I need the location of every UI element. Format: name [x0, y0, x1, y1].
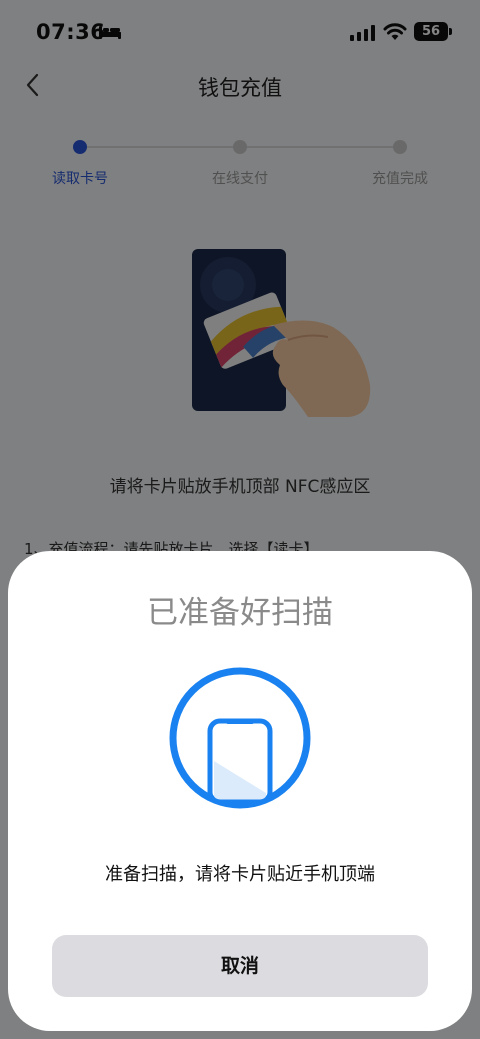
scan-instruction: 准备扫描，请将卡片贴近手机顶端: [105, 864, 375, 885]
phone-scan-icon: [169, 667, 311, 809]
sheet-title: 已准备好扫描: [147, 595, 333, 631]
nfc-scan-sheet: 已准备好扫描 准备扫描，请将卡片贴近手机顶端 取消: [8, 551, 472, 1031]
cancel-button[interactable]: 取消: [52, 935, 428, 997]
